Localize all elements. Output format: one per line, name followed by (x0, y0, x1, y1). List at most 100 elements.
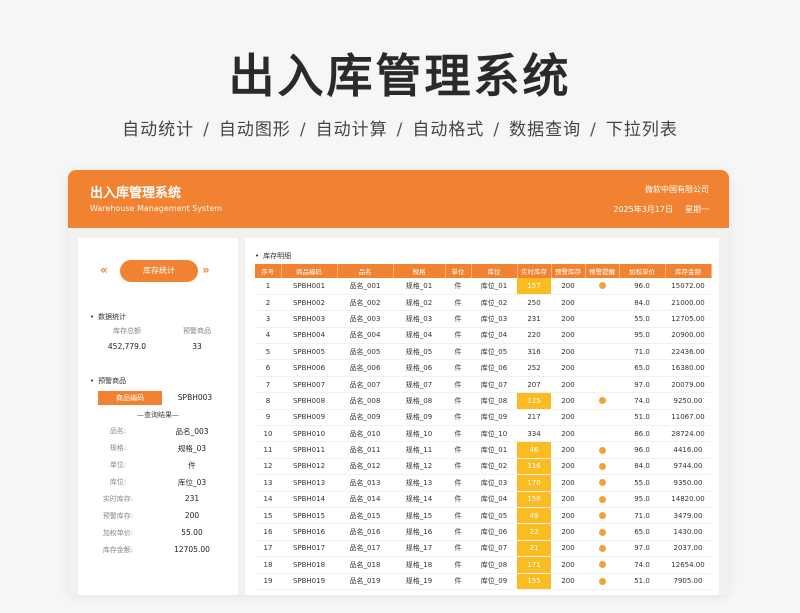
cell-no: 3 (255, 310, 281, 328)
cell-code: SPBH006 (281, 359, 337, 377)
date-text: 2025年3月17日 (613, 205, 673, 214)
table-row[interactable]: 16 SPBH016 品名_016 规格_16 件库位_06 22 200 65.0 1430.… (255, 523, 711, 541)
cell-stock: 207 (517, 376, 551, 394)
cell-amount: 9250.00 (665, 392, 711, 410)
cell-alert (585, 343, 619, 361)
column-header[interactable]: 品名 (337, 264, 394, 278)
warning-dot-icon (598, 282, 606, 290)
table-row[interactable]: 6 SPBH006 品名_006 规格_06 件库位_06 252 200 65.0 16380… (255, 359, 711, 377)
table-row[interactable]: 17 SPBH017 品名_017 规格_17 件库位_07 21 200 97.0 2037.… (255, 540, 711, 558)
cell-unit: 件 (445, 474, 471, 492)
detail-row: 单位: 件 (78, 460, 238, 474)
cell-warn: 200 (551, 278, 585, 295)
cell-name: 品名_004 (337, 327, 393, 345)
cell-warn: 200 (551, 310, 585, 328)
feature-item: 自动统计 (122, 120, 195, 140)
detail-row: 品名: 品名_003 (78, 426, 238, 440)
table-row[interactable]: 8 SPBH008 品名_008 规格_08 件库位_08 125 200 74.0 9250.… (255, 392, 711, 410)
detail-value: 55.00 (181, 528, 203, 537)
detail-value: 品名_003 (175, 427, 209, 436)
data-stats-heading: 数据统计 (90, 312, 126, 322)
app-title: 出入库管理系统 (90, 186, 182, 201)
table-row[interactable]: 11 SPBH011 品名_011 规格_11 件库位_01 46 200 96.0 4416.… (255, 441, 711, 459)
table-row[interactable]: 7 SPBH007 品名_007 规格_07 件库位_07 207 200 97.0 20079… (255, 376, 711, 394)
cell-price: 84.0 (619, 458, 665, 476)
cell-amount: 12705.00 (665, 310, 711, 328)
column-header[interactable]: 库存金额 (665, 264, 712, 278)
cell-alert (585, 540, 619, 558)
cell-warn: 200 (551, 507, 585, 525)
warn-count-label: 预警商品 (183, 327, 211, 335)
table-row[interactable]: 15 SPBH015 品名_015 规格_15 件库位_05 49 200 71.0 3479.… (255, 507, 711, 525)
column-header[interactable]: 实时库存 (517, 264, 552, 278)
cell-warn: 200 (551, 359, 585, 377)
table-row[interactable]: 13 SPBH013 品名_013 规格_13 件库位_03 170 200 55.0 9350… (255, 474, 711, 492)
cell-spec: 规格_13 (393, 474, 445, 492)
cell-loc: 库位_02 (471, 294, 517, 312)
cell-stock: 217 (517, 409, 551, 427)
cell-stock: 22 (517, 523, 551, 541)
cell-unit: 件 (445, 392, 471, 410)
table-row[interactable]: 9 SPBH009 品名_009 规格_09 件库位_09 217 200 51.0 11067… (255, 409, 711, 427)
cell-price: 71.0 (619, 343, 665, 361)
cell-no: 2 (255, 294, 281, 312)
cell-code: SPBH017 (281, 540, 337, 558)
table-row[interactable]: 12 SPBH012 品名_012 规格_12 件库位_02 116 200 84.0 9744… (255, 458, 711, 476)
stat-button-row: « 库存统计 » (78, 260, 238, 284)
cell-spec: 规格_17 (393, 540, 445, 558)
table-row[interactable]: 4 SPBH004 品名_004 规格_04 件库位_04 220 200 95.0 20900… (255, 327, 711, 345)
table-row[interactable]: 10 SPBH010 品名_010 规格_10 件库位_10 334 200 86.0 2872… (255, 425, 711, 443)
column-header[interactable]: 单位 (445, 264, 472, 278)
cell-amount: 1430.00 (665, 523, 711, 541)
cell-loc: 库位_01 (471, 441, 517, 459)
cell-amount: 11067.00 (665, 409, 711, 427)
cell-name: 品名_014 (337, 491, 393, 508)
column-header[interactable]: 预警提醒 (585, 264, 620, 278)
cell-loc: 库位_01 (471, 278, 517, 295)
cell-code: SPBH016 (281, 523, 337, 541)
cell-amount: 7905.00 (665, 573, 711, 590)
cell-unit: 件 (445, 523, 471, 541)
cell-name: 品名_001 (337, 278, 393, 295)
table-row[interactable]: 14 SPBH014 品名_014 规格_14 件库位_04 156 200 95.0 1482… (255, 491, 711, 508)
inventory-stats-button[interactable]: 库存统计 (120, 260, 198, 282)
cell-amount: 21000.00 (665, 294, 711, 312)
cell-price: 51.0 (619, 573, 665, 590)
cell-loc: 库位_04 (471, 491, 517, 508)
product-code-select[interactable]: SPBH003 (168, 391, 222, 405)
table-row[interactable]: 3 SPBH003 品名_003 规格_03 件库位_03 231 200 55.0 12705… (255, 310, 711, 328)
cell-name: 品名_017 (337, 540, 393, 558)
warning-dot-icon (598, 512, 606, 520)
table-row[interactable]: 5 SPBH005 品名_005 规格_05 件库位_05 316 200 71.0 22436… (255, 343, 711, 361)
cell-name: 品名_005 (337, 343, 393, 361)
cell-unit: 件 (445, 376, 471, 394)
cell-warn: 200 (551, 343, 585, 361)
cell-alert (585, 573, 619, 590)
cell-price: 55.0 (619, 310, 665, 328)
cell-stock: 220 (517, 327, 551, 345)
cell-price: 95.0 (619, 327, 665, 345)
column-header[interactable]: 预警库存 (551, 264, 586, 278)
table-row[interactable]: 18 SPBH018 品名_018 规格_18 件库位_08 171 200 74.0 1265… (255, 556, 711, 574)
cell-stock: 49 (517, 507, 551, 525)
column-header[interactable]: 加权单价 (619, 264, 666, 278)
column-header[interactable]: 序号 (255, 264, 282, 278)
cell-alert (585, 392, 619, 410)
table-row[interactable]: 1 SPBH001 品名_001 规格_01 件库位_01 157 200 96.0 15072… (255, 278, 711, 295)
cell-alert (585, 376, 619, 394)
cell-warn: 200 (551, 540, 585, 558)
detail-key: 品名: (109, 427, 127, 435)
column-header[interactable]: 库位 (471, 264, 518, 278)
column-header[interactable]: 商品编码 (281, 264, 338, 278)
cell-no: 16 (255, 523, 281, 541)
table-row[interactable]: 2 SPBH002 品名_002 规格_02 件库位_02 250 200 84.0 21000… (255, 294, 711, 312)
cell-spec: 规格_11 (393, 441, 445, 459)
column-header[interactable]: 规格 (393, 264, 446, 278)
cell-unit: 件 (445, 278, 471, 295)
cell-amount: 28724.00 (665, 425, 711, 443)
cell-amount: 20079.00 (665, 376, 711, 394)
table-row[interactable]: 19 SPBH019 品名_019 规格_19 件库位_09 155 200 51.0 7905… (255, 573, 711, 590)
cell-no: 18 (255, 556, 281, 574)
cell-alert (585, 278, 619, 295)
cell-warn: 200 (551, 327, 585, 345)
